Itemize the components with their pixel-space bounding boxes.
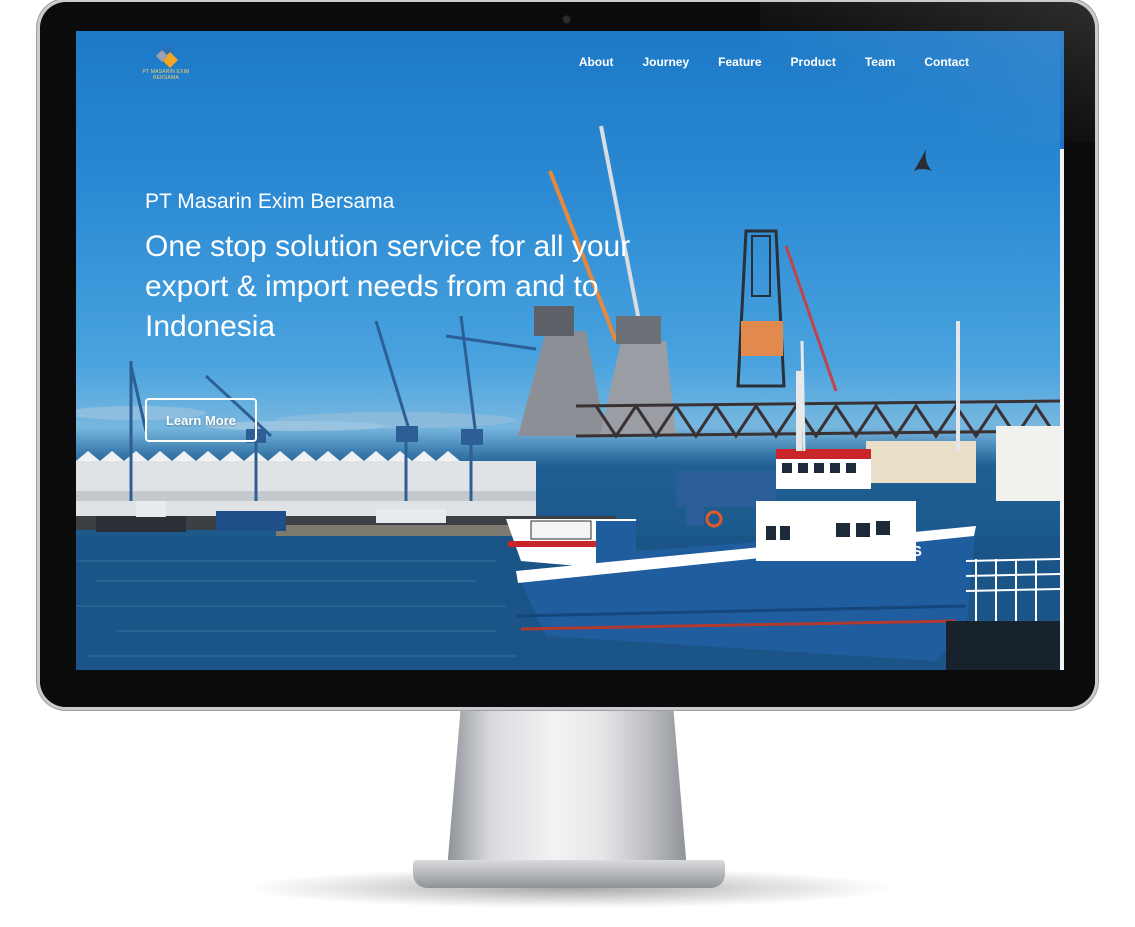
harbor-hero-image: DIAS (76, 125, 1060, 670)
main-navigation: About Journey Feature Product Team Conta… (550, 55, 969, 69)
nav-team[interactable]: Team (865, 55, 895, 69)
page-scrollbar[interactable] (1060, 31, 1064, 670)
nav-journey[interactable]: Journey (642, 55, 689, 69)
website-screen: DIAS PT MASARIN EXIM BERSAMA About Journ… (76, 31, 1064, 670)
scrollbar-thumb[interactable] (1060, 31, 1064, 149)
nav-about[interactable]: About (579, 55, 614, 69)
hero-headline: One stop solution service for all your e… (145, 230, 631, 343)
monitor-mockup: DIAS PT MASARIN EXIM BERSAMA About Journ… (0, 0, 1135, 927)
monitor-stand-base (413, 860, 725, 888)
logo-wordmark: PT MASARIN EXIM BERSAMA (142, 69, 190, 81)
nav-feature[interactable]: Feature (718, 55, 761, 69)
monitor-chin (40, 672, 1095, 707)
nav-product[interactable]: Product (791, 55, 836, 69)
nav-contact[interactable]: Contact (924, 55, 969, 69)
ship-name-label: DIAS (886, 543, 922, 560)
hero-company-name: PT Masarin Exim Bersama (145, 190, 395, 213)
learn-more-button[interactable]: Learn More (145, 398, 257, 442)
webcam-icon (563, 16, 570, 23)
monitor-stand (447, 700, 687, 870)
